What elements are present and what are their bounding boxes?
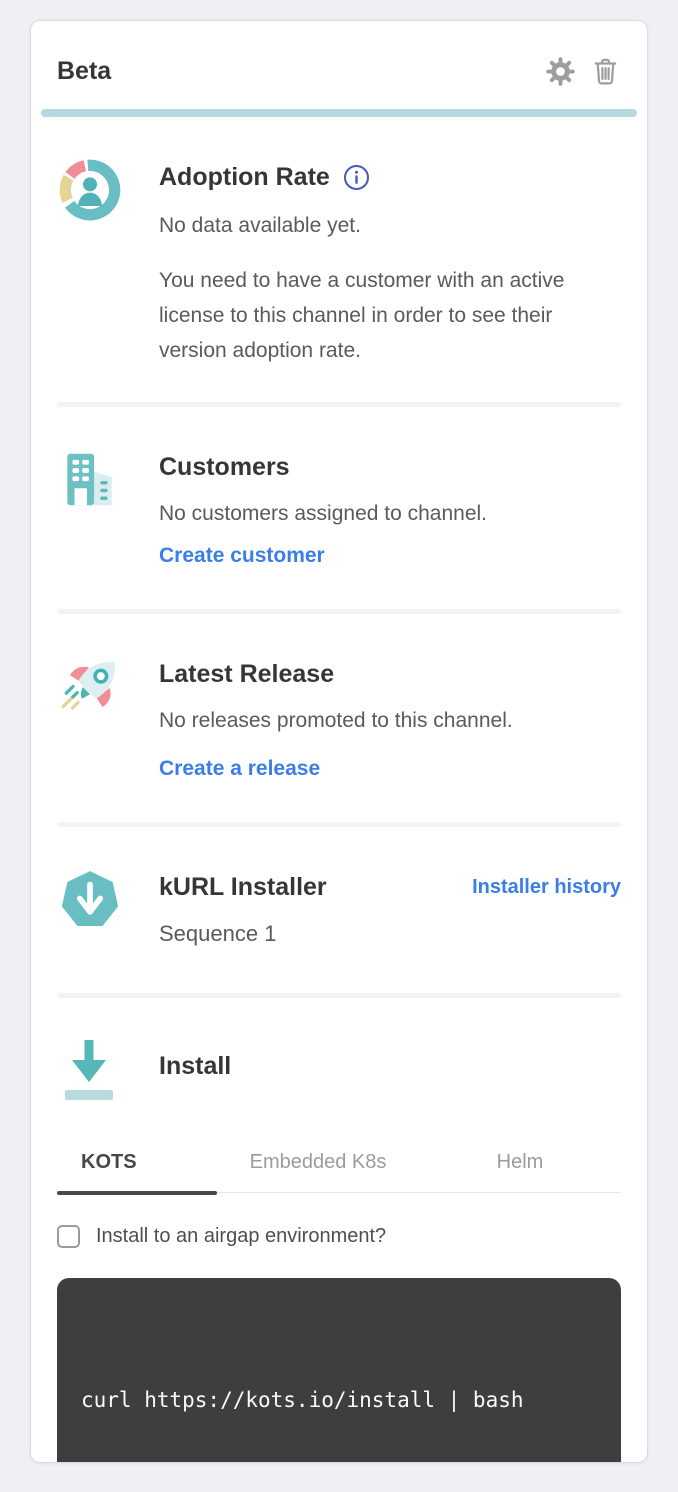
install-command-line-1: curl https://kots.io/install | bash [81, 1380, 597, 1420]
latest-release-title: Latest Release [159, 656, 621, 692]
adoption-empty-text: No data available yet. [159, 209, 621, 243]
tab-helm[interactable]: Helm [419, 1147, 621, 1192]
channel-card: Beta [30, 20, 648, 1463]
latest-release-section: Latest Release No releases promoted to t… [31, 654, 647, 786]
settings-gear-icon[interactable] [545, 56, 576, 87]
section-divider [57, 402, 621, 407]
channel-color-bar [41, 109, 637, 117]
section-divider [57, 822, 621, 827]
adoption-help-text: You need to have a customer with an acti… [159, 263, 621, 368]
tab-embedded-k8s[interactable]: Embedded K8s [217, 1147, 419, 1192]
airgap-checkbox-row: Install to an airgap environment? [57, 1225, 621, 1248]
customers-title: Customers [159, 449, 621, 485]
installer-history-link[interactable]: Installer history [472, 872, 621, 902]
customers-section: Customers No customers assigned to chann… [31, 447, 647, 573]
section-divider [57, 993, 621, 998]
header-actions [545, 56, 621, 87]
airgap-checkbox-label[interactable]: Install to an airgap environment? [96, 1225, 386, 1248]
install-title: Install [159, 1048, 621, 1084]
tab-kots[interactable]: KOTS [57, 1147, 217, 1192]
create-release-link[interactable]: Create a release [159, 752, 320, 786]
install-download-icon [57, 1038, 123, 1117]
customers-empty-text: No customers assigned to channel. [159, 497, 621, 531]
install-command-block[interactable]: curl https://kots.io/install | bash kube… [57, 1278, 621, 1463]
install-section: Install [31, 1038, 647, 1117]
adoption-donut-user-icon [57, 157, 123, 368]
create-customer-link[interactable]: Create customer [159, 539, 325, 573]
adoption-rate-title-text: Adoption Rate [159, 159, 330, 195]
adoption-rate-title: Adoption Rate [159, 159, 621, 195]
adoption-rate-section: Adoption Rate No data available yet. You… [31, 157, 647, 368]
kurl-installer-section: kURL Installer Installer history Sequenc… [31, 867, 647, 951]
kurl-installer-title: kURL Installer [159, 869, 327, 905]
channel-title: Beta [57, 53, 111, 89]
customers-building-icon [57, 447, 123, 573]
airgap-checkbox[interactable] [57, 1225, 80, 1248]
installer-sequence-text: Sequence 1 [159, 917, 621, 951]
card-header: Beta [57, 53, 621, 89]
info-icon[interactable] [343, 164, 370, 191]
release-rocket-icon [57, 654, 123, 786]
section-divider [57, 609, 621, 614]
kurl-heptagon-download-icon [57, 867, 123, 951]
delete-trash-icon[interactable] [590, 56, 621, 87]
install-tabs: KOTS Embedded K8s Helm [57, 1147, 621, 1193]
release-empty-text: No releases promoted to this channel. [159, 704, 621, 738]
